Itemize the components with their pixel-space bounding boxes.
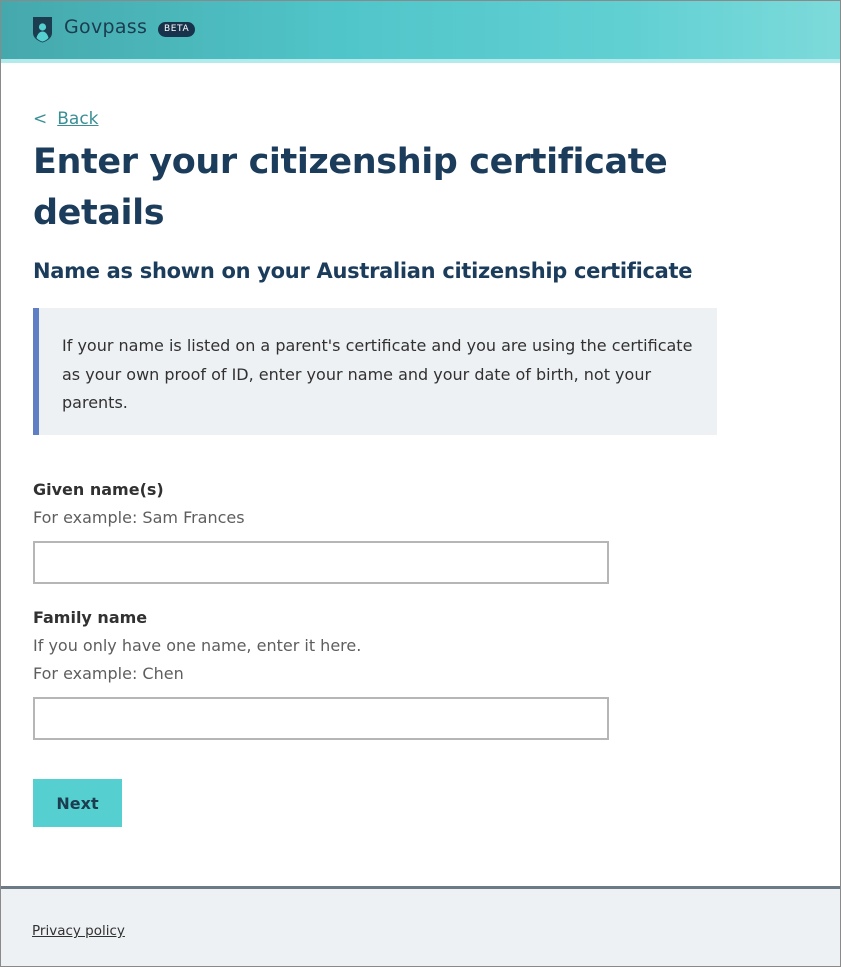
page-title: Enter your citizenship certificate detai…: [33, 142, 668, 233]
beta-badge: BETA: [158, 22, 196, 37]
privacy-policy-link[interactable]: Privacy policy: [32, 923, 125, 939]
back-link-container: < Back: [33, 109, 99, 129]
back-link[interactable]: Back: [57, 109, 98, 129]
site-header: Govpass BETA: [1, 1, 840, 63]
shield-icon: [33, 17, 52, 43]
family-name-input[interactable]: [33, 697, 609, 740]
site-footer: Privacy policy: [1, 886, 840, 966]
given-name-input[interactable]: [33, 541, 609, 584]
section-heading: Name as shown on your Australian citizen…: [33, 259, 693, 283]
family-name-label: Family name: [33, 608, 148, 627]
chevron-left-icon: <: [33, 109, 48, 129]
family-name-example: For example: Chen: [33, 664, 184, 683]
next-button[interactable]: Next: [33, 779, 122, 827]
given-name-hint: For example: Sam Frances: [33, 508, 245, 527]
info-callout: If your name is listed on a parent's cer…: [33, 308, 717, 435]
brand-name: Govpass: [64, 16, 148, 38]
given-name-label: Given name(s): [33, 480, 164, 499]
family-name-hint: If you only have one name, enter it here…: [33, 636, 362, 655]
